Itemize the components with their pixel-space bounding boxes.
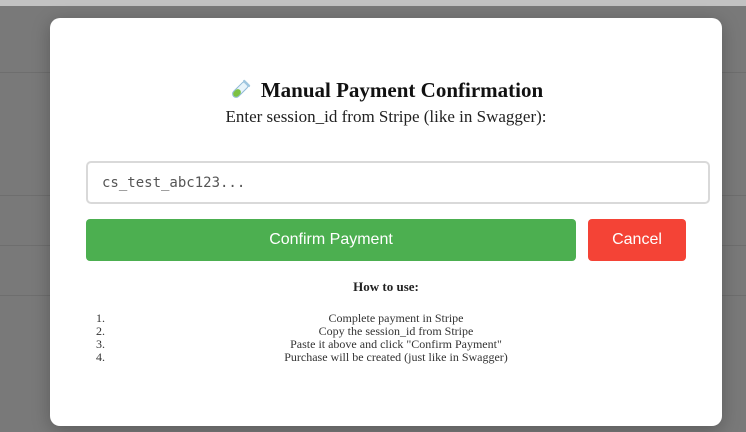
how-to-steps-list: 1. Complete payment in Stripe 2. Copy th… bbox=[96, 312, 676, 364]
payment-confirmation-modal: Manual Payment Confirmation Enter sessio… bbox=[50, 18, 722, 426]
session-id-input[interactable] bbox=[86, 161, 710, 204]
modal-title: Manual Payment Confirmation bbox=[260, 77, 544, 102]
overlay-top-edge bbox=[0, 0, 746, 6]
cancel-button[interactable]: Cancel bbox=[588, 219, 686, 261]
modal-header: Manual Payment Confirmation bbox=[50, 75, 722, 105]
step-number: 4. bbox=[96, 350, 105, 364]
how-to-use-heading: How to use: bbox=[353, 279, 419, 294]
modal-subtitle: Enter session_id from Stripe (like in Sw… bbox=[225, 107, 547, 126]
step-text: Purchase will be created (just like in S… bbox=[284, 350, 508, 364]
test-tube-icon bbox=[229, 79, 251, 101]
confirm-payment-button[interactable]: Confirm Payment bbox=[86, 219, 576, 261]
list-item: 4. Purchase will be created (just like i… bbox=[96, 351, 676, 364]
